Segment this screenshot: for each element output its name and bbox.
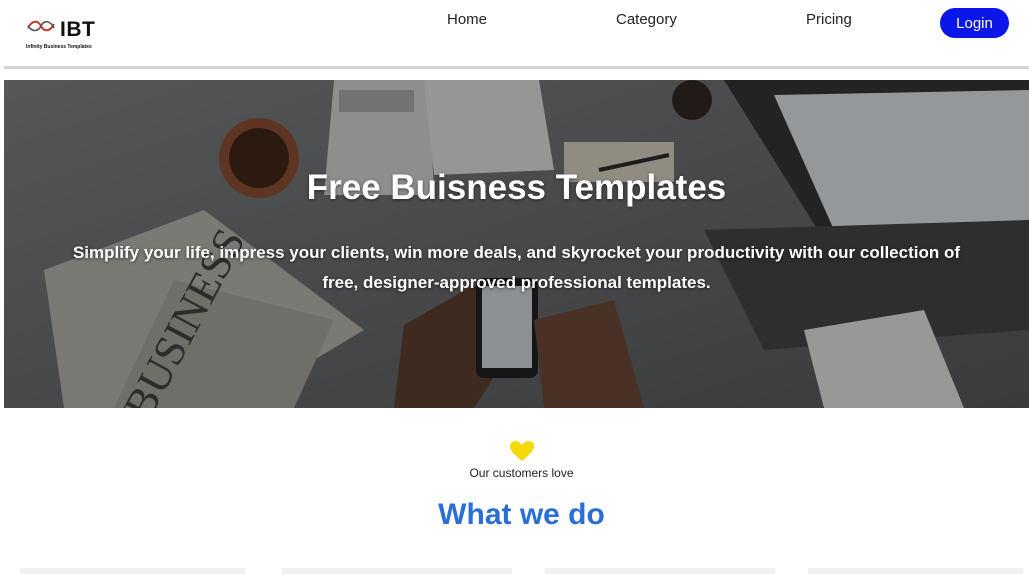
heart-icon: [510, 441, 534, 461]
brand-tagline: Infinity Business Templates: [26, 44, 92, 50]
brand-name: IBT: [60, 18, 96, 41]
brand-logo[interactable]: IBT Infinity Business Templates: [26, 14, 126, 54]
nav-category-link[interactable]: Category: [616, 11, 677, 28]
customers-love-label: Our customers love: [469, 466, 574, 480]
hero-title: Free Buisness Templates: [306, 168, 727, 207]
hero-banner: BUSINESS Free Buisness Templates Simplif…: [4, 80, 1029, 408]
site-header: IBT Infinity Business Templates Home Cat…: [0, 0, 1029, 66]
service-card: [20, 568, 245, 574]
service-card: [808, 568, 1023, 574]
nav-pricing-link[interactable]: Pricing: [806, 11, 852, 28]
service-card: [545, 568, 775, 574]
nav-home-link[interactable]: Home: [447, 11, 487, 28]
what-we-do-heading: What we do: [438, 498, 605, 531]
header-divider: [4, 66, 1029, 69]
service-card: [282, 568, 512, 574]
hero-subtitle: Simplify your life, impress your clients…: [72, 243, 961, 292]
login-button[interactable]: Login: [940, 8, 1009, 38]
infinity-logo-icon: [27, 20, 55, 32]
